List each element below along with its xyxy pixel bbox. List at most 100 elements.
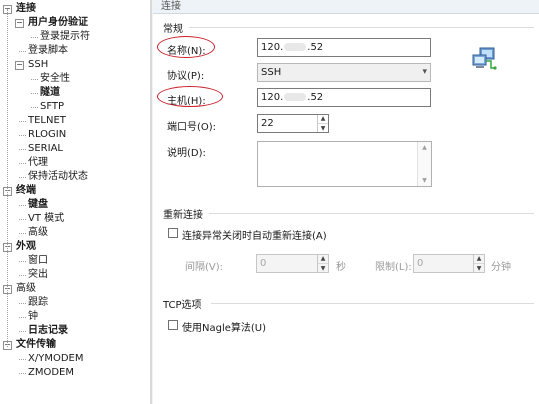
protocol-value: SSH xyxy=(261,67,282,78)
nagle-label[interactable]: 使用Nagle算法(U) xyxy=(182,319,266,334)
tree-item[interactable]: SFTP xyxy=(40,100,64,114)
tree-item-label: 窗口 xyxy=(28,255,48,266)
limit-label: 限制(L): xyxy=(375,262,412,273)
tree-item[interactable]: VT 模式 xyxy=(28,212,64,226)
tree-item[interactable]: X/YMODEM xyxy=(28,352,83,366)
scroll-up-icon[interactable]: ▲ xyxy=(418,144,431,151)
tree-item-label: 文件传输 xyxy=(16,339,56,350)
tree-item[interactable]: 键盘 xyxy=(28,198,48,212)
interval-field[interactable]: 0 ▲ ▼ xyxy=(256,254,329,273)
port-value: 22 xyxy=(261,118,274,129)
tree-connector xyxy=(31,79,38,80)
tree-item[interactable]: 突出 xyxy=(28,268,48,282)
tree-item[interactable]: TELNET xyxy=(28,114,66,128)
tree-item-label: 登录提示符 xyxy=(40,31,90,42)
tree-item[interactable]: 登录脚本 xyxy=(28,44,68,58)
tree-item-label: 隧道 xyxy=(40,87,60,98)
host-value-prefix: 120. xyxy=(261,92,284,103)
tree-connector xyxy=(19,219,26,220)
tree-item-label: 终端 xyxy=(16,185,36,196)
tree-connector xyxy=(19,51,26,52)
tree-item[interactable]: 登录提示符 xyxy=(40,30,90,44)
tree-item[interactable]: 连接 xyxy=(16,2,36,16)
description-scrollbar[interactable]: ▲ ▼ xyxy=(417,142,431,186)
tree-item[interactable]: 代理 xyxy=(28,156,48,170)
limit-field[interactable]: 0 ▲ ▼ xyxy=(413,254,485,273)
tree-item[interactable]: 隧道 xyxy=(40,86,60,100)
tree-item[interactable]: RLOGIN xyxy=(28,128,66,142)
tree-item[interactable]: 高级 xyxy=(16,282,36,296)
tree-item[interactable]: 外观 xyxy=(16,240,36,254)
tree-item[interactable]: SERIAL xyxy=(28,142,63,156)
tree-item-label: 日志记录 xyxy=(28,325,68,336)
connection-settings-panel: 连接 常规 名称(N): 120. .52 协议(P): SSH ▾ 主机(H):… xyxy=(153,0,539,404)
tree-connector xyxy=(31,37,38,38)
tree-item-label: 高级 xyxy=(16,283,36,294)
spin-down-icon[interactable]: ▼ xyxy=(318,123,328,132)
redacted-blur xyxy=(284,93,307,101)
scroll-down-icon[interactable]: ▼ xyxy=(418,177,431,184)
auto-reconnect-checkbox[interactable] xyxy=(168,228,178,238)
tree-connector xyxy=(19,373,26,374)
tree-connector xyxy=(19,135,26,136)
limit-unit: 分钟 xyxy=(491,262,511,273)
tree-item-label: 安全性 xyxy=(40,73,70,84)
port-field[interactable]: 22 ▲ ▼ xyxy=(257,114,329,133)
tree-item-label: 登录脚本 xyxy=(28,45,68,56)
redacted-blur xyxy=(284,43,307,51)
tree-connector xyxy=(19,121,26,122)
port-spinner[interactable]: ▲ ▼ xyxy=(317,115,328,132)
tree-item-label: ZMODEM xyxy=(28,367,74,378)
tree-connector xyxy=(31,93,38,94)
tree-item[interactable]: ZMODEM xyxy=(28,366,74,380)
interval-unit: 秒 xyxy=(336,262,346,273)
tree-item[interactable]: 安全性 xyxy=(40,72,70,86)
spin-up-icon[interactable]: ▲ xyxy=(318,115,328,123)
collapse-toggle-icon[interactable]: − xyxy=(15,61,24,70)
nagle-checkbox[interactable] xyxy=(168,320,178,330)
host-field[interactable]: 120. .52 xyxy=(257,88,431,107)
tree-connector xyxy=(19,261,26,262)
tree-item[interactable]: 钟 xyxy=(28,310,38,324)
limit-spinner[interactable]: ▲ ▼ xyxy=(473,255,484,272)
tree-item-label: X/YMODEM xyxy=(28,353,84,364)
description-label: 说明(D): xyxy=(167,148,206,159)
tree-item-label: SFTP xyxy=(40,101,65,112)
tree-connector xyxy=(19,205,26,206)
tree-item[interactable]: 日志记录 xyxy=(28,324,68,338)
chevron-down-icon: ▾ xyxy=(422,67,427,77)
collapse-toggle-icon[interactable]: − xyxy=(15,19,24,28)
tree-item-label: 保持活动状态 xyxy=(28,171,88,182)
tree-item-label: 跟踪 xyxy=(28,297,48,308)
tree-item-label: SSH xyxy=(28,59,49,70)
tree-item[interactable]: 终端 xyxy=(16,184,36,198)
tree-connector xyxy=(19,275,26,276)
tree-item[interactable]: 跟踪 xyxy=(28,296,48,310)
tree-item-label: RLOGIN xyxy=(28,129,67,140)
tree-connector xyxy=(31,107,38,108)
tree-item[interactable]: 窗口 xyxy=(28,254,48,268)
tree-connector xyxy=(19,303,26,304)
tree-item-label: 用户身份验证 xyxy=(28,17,88,28)
tree-item[interactable]: 文件传输 xyxy=(16,338,56,352)
tree-item[interactable]: 高级 xyxy=(28,226,48,240)
spin-up-icon[interactable]: ▲ xyxy=(474,255,484,263)
spin-down-icon[interactable]: ▼ xyxy=(318,263,328,272)
settings-tree: 连接 − 用户身份验证 − 登录提示符 登录脚本 SSH − 安全性 隧道 SFTP TELNET RL… xyxy=(0,0,150,404)
tcp-group-divider xyxy=(211,303,534,304)
tree-connector xyxy=(19,359,26,360)
port-label: 端口号(O): xyxy=(167,122,217,133)
name-field[interactable]: 120. .52 xyxy=(257,38,431,57)
interval-spinner[interactable]: ▲ ▼ xyxy=(317,255,328,272)
description-textarea[interactable]: ▲ ▼ xyxy=(257,141,432,187)
tree-item[interactable]: 用户身份验证 xyxy=(28,16,88,30)
tree-item[interactable]: SSH xyxy=(28,58,48,72)
spin-up-icon[interactable]: ▲ xyxy=(318,255,328,263)
tree-item[interactable]: 保持活动状态 xyxy=(28,170,88,184)
tree-item-label: 高级 xyxy=(28,227,48,238)
tree-item-label: TELNET xyxy=(28,115,66,126)
auto-reconnect-label[interactable]: 连接异常关闭时自动重新连接(A) xyxy=(182,227,327,242)
interval-label: 间隔(V): xyxy=(185,262,224,273)
spin-down-icon[interactable]: ▼ xyxy=(474,263,484,272)
protocol-select[interactable]: SSH ▾ xyxy=(257,63,431,82)
